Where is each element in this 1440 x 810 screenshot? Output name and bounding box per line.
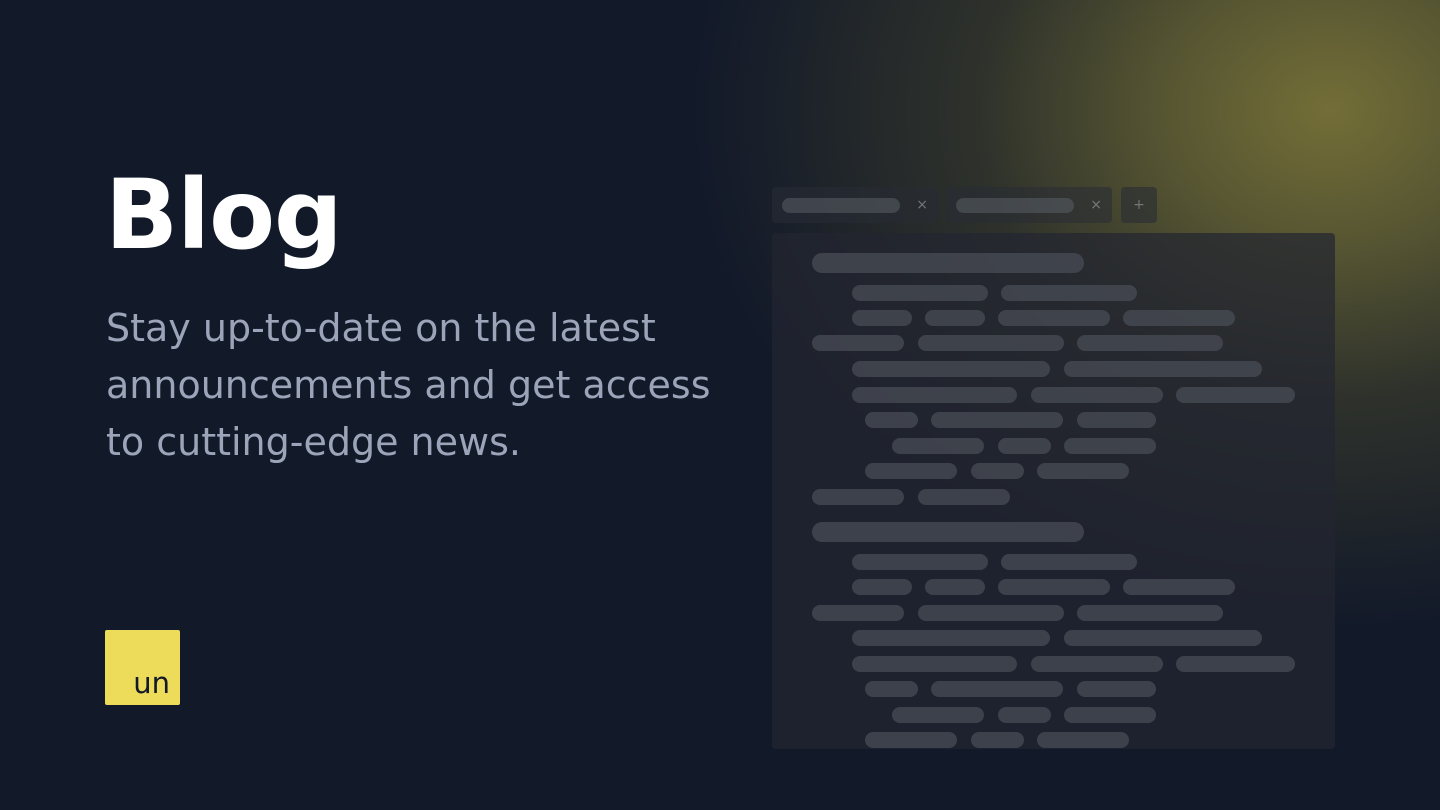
plus-icon: + xyxy=(1121,187,1157,223)
brand-logo[interactable]: un xyxy=(105,630,180,705)
code-line-placeholder xyxy=(1176,387,1295,403)
close-icon: × xyxy=(916,197,928,213)
editor-tab: × xyxy=(772,187,938,223)
code-line-placeholder xyxy=(971,732,1024,748)
code-line-placeholder xyxy=(852,361,1050,377)
code-line-placeholder xyxy=(852,554,988,570)
page-title: Blog xyxy=(105,159,343,271)
code-line-placeholder xyxy=(998,438,1051,454)
code-line-placeholder xyxy=(998,310,1110,326)
code-line-placeholder xyxy=(1037,463,1129,479)
code-line-placeholder xyxy=(931,681,1063,697)
code-line-placeholder xyxy=(865,463,957,479)
code-line-placeholder xyxy=(865,412,918,428)
code-line-placeholder xyxy=(1001,285,1137,301)
code-line-placeholder xyxy=(812,489,904,505)
editor-code-panel xyxy=(772,233,1335,749)
editor-tab-label xyxy=(956,198,1074,213)
code-line-placeholder xyxy=(998,579,1110,595)
code-line-placeholder xyxy=(865,681,918,697)
code-line-placeholder xyxy=(892,707,984,723)
code-line-placeholder xyxy=(1031,656,1163,672)
code-line-placeholder xyxy=(1176,656,1295,672)
code-line-placeholder xyxy=(1077,412,1156,428)
code-line-placeholder xyxy=(852,656,1017,672)
code-line-placeholder xyxy=(812,605,904,621)
code-line-placeholder xyxy=(812,253,1084,273)
code-line-placeholder xyxy=(1064,630,1262,646)
code-line-placeholder xyxy=(1077,335,1223,351)
code-line-placeholder xyxy=(971,463,1024,479)
code-line-placeholder xyxy=(1001,554,1137,570)
code-line-placeholder xyxy=(1077,681,1156,697)
code-line-placeholder xyxy=(931,412,1063,428)
editor-tab: × xyxy=(946,187,1112,223)
brand-logo-text: un xyxy=(133,666,170,700)
code-line-placeholder xyxy=(1123,310,1235,326)
code-line-placeholder xyxy=(1077,605,1223,621)
code-line-placeholder xyxy=(918,489,1010,505)
code-line-placeholder xyxy=(1064,361,1262,377)
code-line-placeholder xyxy=(925,579,985,595)
editor-tab-label xyxy=(782,198,900,213)
code-line-placeholder xyxy=(852,630,1050,646)
code-line-placeholder xyxy=(892,438,984,454)
code-line-placeholder xyxy=(1064,707,1156,723)
code-line-placeholder xyxy=(998,707,1051,723)
code-line-placeholder xyxy=(865,732,957,748)
code-line-placeholder xyxy=(918,335,1064,351)
code-line-placeholder xyxy=(812,335,904,351)
code-line-placeholder xyxy=(1037,732,1129,748)
code-line-placeholder xyxy=(852,310,912,326)
code-line-placeholder xyxy=(852,285,988,301)
code-line-placeholder xyxy=(852,579,912,595)
close-icon: × xyxy=(1090,197,1102,213)
code-line-placeholder xyxy=(1123,579,1235,595)
code-line-placeholder xyxy=(1064,438,1156,454)
code-line-placeholder xyxy=(812,522,1084,542)
code-line-placeholder xyxy=(852,387,1017,403)
code-line-placeholder xyxy=(925,310,985,326)
code-line-placeholder xyxy=(918,605,1064,621)
page-tagline: Stay up-to-date on the latest announceme… xyxy=(106,306,711,464)
code-line-placeholder xyxy=(1031,387,1163,403)
